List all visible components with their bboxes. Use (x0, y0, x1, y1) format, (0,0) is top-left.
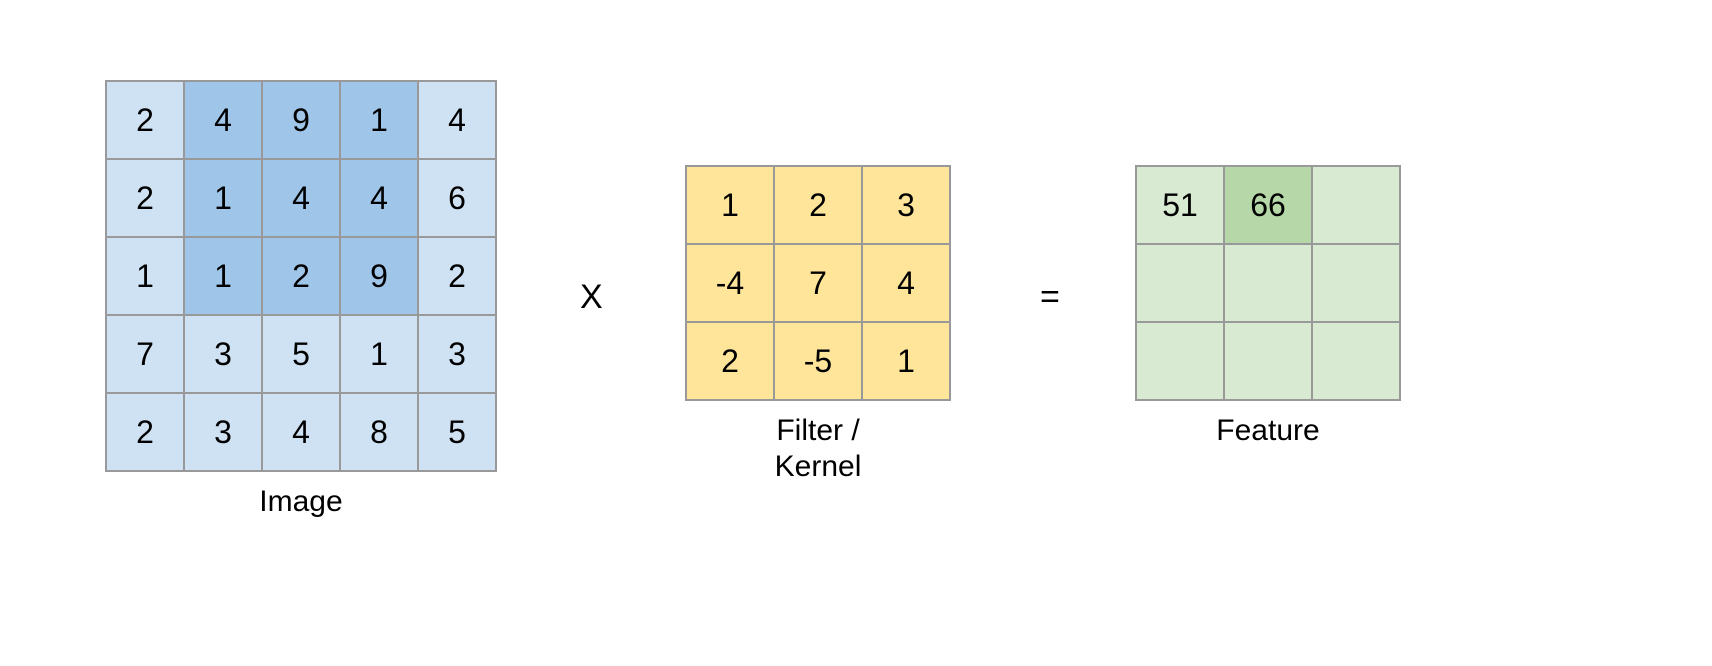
feature-cell (1224, 322, 1312, 400)
image-cell: 9 (340, 237, 418, 315)
convolution-diagram: 2491421446112927351323485 Image X 123-47… (0, 0, 1712, 666)
image-cell: 1 (184, 237, 262, 315)
image-block: 2491421446112927351323485 Image (105, 80, 497, 520)
image-cell: 5 (262, 315, 340, 393)
kernel-cell: 2 (774, 166, 862, 244)
kernel-label: Filter /Kernel (775, 413, 862, 485)
feature-cell: 51 (1136, 166, 1224, 244)
feature-cell (1224, 244, 1312, 322)
image-cell: 2 (418, 237, 496, 315)
image-cell: 6 (418, 159, 496, 237)
feature-cell (1136, 322, 1224, 400)
image-cell: 2 (106, 393, 184, 471)
image-label: Image (259, 484, 342, 520)
kernel-cell: 1 (686, 166, 774, 244)
multiply-operator: X (580, 278, 603, 317)
image-cell: 2 (262, 237, 340, 315)
image-cell: 4 (262, 393, 340, 471)
equals-operator: = (1040, 278, 1060, 317)
kernel-cell: 1 (862, 322, 950, 400)
kernel-cell: 7 (774, 244, 862, 322)
feature-cell (1312, 322, 1400, 400)
image-cell: 4 (340, 159, 418, 237)
image-matrix: 2491421446112927351323485 (105, 80, 497, 472)
feature-matrix: 5166 (1135, 165, 1401, 401)
image-cell: 9 (262, 81, 340, 159)
image-cell: 2 (106, 159, 184, 237)
kernel-cell: 4 (862, 244, 950, 322)
kernel-block: 123-4742-51 Filter /Kernel (685, 165, 951, 485)
image-cell: 3 (184, 393, 262, 471)
feature-cell (1136, 244, 1224, 322)
image-cell: 4 (418, 81, 496, 159)
image-cell: 8 (340, 393, 418, 471)
feature-cell (1312, 244, 1400, 322)
image-cell: 1 (106, 237, 184, 315)
kernel-cell: -5 (774, 322, 862, 400)
image-cell: 1 (184, 159, 262, 237)
image-cell: 1 (340, 315, 418, 393)
image-cell: 4 (184, 81, 262, 159)
image-cell: 2 (106, 81, 184, 159)
image-cell: 3 (418, 315, 496, 393)
image-cell: 7 (106, 315, 184, 393)
kernel-cell: -4 (686, 244, 774, 322)
feature-cell (1312, 166, 1400, 244)
image-cell: 1 (340, 81, 418, 159)
kernel-matrix: 123-4742-51 (685, 165, 951, 401)
feature-block: 5166 Feature (1135, 165, 1401, 449)
kernel-cell: 3 (862, 166, 950, 244)
feature-label: Feature (1216, 413, 1319, 449)
feature-cell: 66 (1224, 166, 1312, 244)
image-cell: 3 (184, 315, 262, 393)
kernel-cell: 2 (686, 322, 774, 400)
image-cell: 5 (418, 393, 496, 471)
image-cell: 4 (262, 159, 340, 237)
